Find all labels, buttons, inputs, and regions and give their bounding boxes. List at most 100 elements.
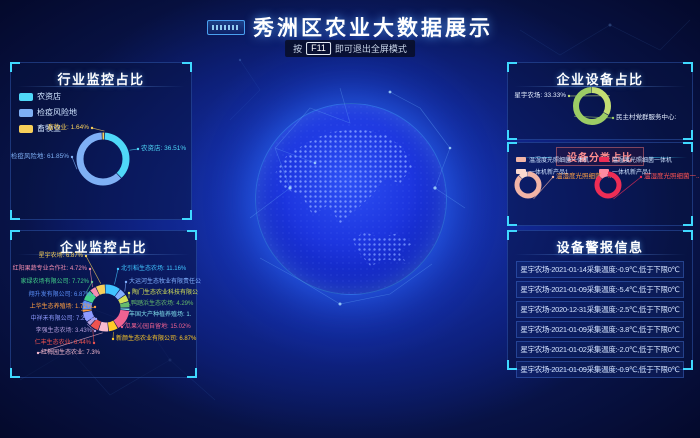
label-bullet bbox=[117, 268, 119, 270]
enterprise-device-pie-chart[interactable]: 星宇农场: 33.33% 民主村党群服务中心: bbox=[508, 85, 692, 139]
pie-label: 畜牧业: 1.64% bbox=[47, 125, 89, 132]
panel-corner bbox=[507, 216, 517, 226]
panel-industry-monitor: 行业监控占比 农资店检疫风险地畜牧业 畜牧业: 1.64%农资店: 36.51%… bbox=[10, 62, 192, 220]
panel-corner bbox=[683, 130, 693, 140]
label-bullet bbox=[85, 255, 87, 257]
pie-label: 丰国大产种植养殖场: 1. bbox=[129, 312, 191, 318]
label-bullet bbox=[93, 342, 95, 344]
panel-corner bbox=[683, 216, 693, 226]
label-bullet bbox=[37, 352, 39, 354]
hint-prefix: 按 bbox=[293, 42, 302, 55]
pie-label: 瓜果沁园自留地: 15.02% bbox=[125, 324, 191, 330]
label-leader-line bbox=[125, 282, 126, 291]
pie-label: 星宇农场: 6.87% bbox=[39, 253, 83, 259]
panel-corner bbox=[507, 62, 517, 72]
label-bullet bbox=[71, 156, 73, 158]
pie-label: 家绿农场有限公司: 7.72% bbox=[21, 279, 89, 285]
alarm-row: 星宇农场-2021-01-09采集温度:-5.4℃,低于下限0℃ bbox=[516, 281, 684, 298]
panel-corner bbox=[507, 230, 517, 240]
alarm-list: 星宇农场-2021-01-14采集温度:-0.9℃,低于下限0℃ 星宇农场-20… bbox=[516, 261, 684, 381]
pie-label: 北引稻生态农场: 11.16% bbox=[121, 266, 186, 272]
panel-enterprise-monitor: 企业监控占比 北引稻生态农场: 11.16%大运河生态牧业有限责任公陶门生态农业… bbox=[10, 230, 197, 378]
globe-network-lines bbox=[220, 68, 480, 328]
panel-corner bbox=[10, 368, 20, 378]
panel-corner bbox=[507, 360, 517, 370]
label-bullet bbox=[552, 176, 554, 178]
label-bullet bbox=[89, 268, 91, 270]
panel-device-category: 设备分类占比 温湿度光照细菌一体机一体机新产品1 温湿度光照细菌一体机一体机新产… bbox=[507, 142, 693, 226]
label-bullet bbox=[612, 117, 614, 119]
panel-corner bbox=[10, 62, 20, 72]
label-bullet bbox=[137, 148, 139, 150]
legend-swatch bbox=[516, 157, 526, 162]
label-bullet bbox=[128, 292, 130, 294]
industry-pie-chart[interactable]: 畜牧业: 1.64% 农资店: 36.51% 检疫风险地: 61.85% bbox=[11, 87, 191, 217]
panel-corner bbox=[683, 142, 693, 152]
panel-corner bbox=[507, 142, 517, 152]
pie-label: 李强生态农场: 3.43% bbox=[36, 328, 92, 334]
legend-swatch bbox=[599, 157, 609, 162]
pie-label: 陶门生态农业科技有限公 bbox=[132, 290, 198, 296]
alarm-row: 星宇农场-2020-12-31采集温度:-2.5℃,低于下限0℃ bbox=[516, 301, 684, 318]
dashboard: 秀洲区农业大数据展示 按 F11 即可退出全屏模式 bbox=[0, 0, 700, 438]
pie-label: 上华生态养殖场: 1.72% bbox=[30, 304, 92, 310]
legend-label: 温湿度光照细菌一体机 bbox=[612, 155, 672, 164]
alarm-row: 星宇农场-2021-01-02采集温度:-2.0℃,低于下限0℃ bbox=[516, 341, 684, 358]
fullscreen-hint: 按 F11 即可退出全屏模式 bbox=[285, 40, 415, 57]
panel-corner bbox=[187, 230, 197, 240]
panel-corner bbox=[683, 230, 693, 240]
alarm-row: 星宇农场-2021-01-09采集温度:-0.9℃,低于下限0℃ bbox=[516, 361, 684, 378]
panel-corner bbox=[10, 230, 20, 240]
label-bullet bbox=[95, 318, 97, 320]
pie-label: 仁丰生态农业: 6.44% bbox=[35, 340, 91, 346]
label-bullet bbox=[127, 303, 129, 305]
pie-label: 翔升发有限公司: 6.87% bbox=[29, 292, 91, 298]
pie-label: 检疫风险地: 61.85% bbox=[11, 154, 69, 161]
pie-label: 新颜生态农业有限公司: 6.87% bbox=[116, 336, 196, 342]
alarm-row: 星宇农场-2021-01-14采集温度:-0.9℃,低于下限0℃ bbox=[516, 261, 684, 278]
panel-corner bbox=[683, 360, 693, 370]
panel-corner bbox=[683, 62, 693, 72]
panel-corner bbox=[507, 130, 517, 140]
label-leader-line bbox=[92, 128, 104, 131]
alarm-row: 星宇农场-2021-01-09采集温度:-3.8℃,低于下限0℃ bbox=[516, 321, 684, 338]
pie-label: 红阳果蔬专业合作社: 4.72% bbox=[13, 266, 87, 272]
title-row: 秀洲区农业大数据展示 bbox=[0, 12, 700, 42]
label-leader-line bbox=[130, 149, 138, 150]
device-left-pie-chart[interactable]: 温湿度光照细菌一... bbox=[508, 165, 600, 223]
panel-corner bbox=[10, 210, 20, 220]
label-bullet bbox=[568, 95, 570, 97]
label-leader-line bbox=[114, 269, 118, 284]
page-title: 秀洲区农业大数据展示 bbox=[253, 12, 493, 42]
pie-segment[interactable] bbox=[517, 174, 539, 196]
pie-label: 星宇农场: 33.33% bbox=[514, 93, 566, 100]
label-bullet bbox=[94, 306, 96, 308]
pie-segment[interactable] bbox=[597, 174, 619, 196]
f11-key: F11 bbox=[306, 42, 331, 55]
pie-label: 农资店: 36.51% bbox=[141, 146, 186, 153]
pie-label: 红梅园生态农业: 7.3% bbox=[41, 350, 100, 356]
panel-device-alarm: 设备警报信息 星宇农场-2021-01-14采集温度:-0.9℃,低于下限0℃ … bbox=[507, 230, 693, 370]
label-bullet bbox=[112, 338, 114, 340]
pie-label: 鸭踏浜生态农场: 4.29% bbox=[131, 301, 193, 307]
enterprise-monitor-pie-chart[interactable]: 北引稻生态农场: 11.16%大运河生态牧业有限责任公陶门生态农业科技有限公鸭踏… bbox=[11, 253, 196, 377]
label-bullet bbox=[94, 330, 96, 332]
label-bullet bbox=[125, 281, 127, 283]
pie-label: 中祥禾有限公司: 7.29% bbox=[31, 316, 93, 322]
legend-label: 温湿度光照细菌一体机 bbox=[529, 155, 589, 164]
hint-suffix: 即可退出全屏模式 bbox=[335, 42, 407, 55]
pie-label: 民主村党群服务中心: bbox=[616, 115, 676, 122]
label-bullet bbox=[640, 176, 642, 178]
panel-corner bbox=[187, 368, 197, 378]
legend-item[interactable]: 温湿度光照细菌一体机 bbox=[516, 155, 589, 164]
label-leader-line bbox=[72, 157, 77, 169]
pie-label: 温湿度光照细菌一... bbox=[644, 174, 700, 181]
panel-enterprise-device: 企业设备占比 星宇农场: 33.33%民主村党群服务中心: bbox=[507, 62, 693, 140]
device-right-pie-chart[interactable]: 温湿度光照细菌一... bbox=[593, 165, 692, 223]
label-bullet bbox=[121, 326, 123, 328]
title-divider bbox=[514, 254, 686, 255]
label-bullet bbox=[91, 127, 93, 129]
panel-corner bbox=[182, 210, 192, 220]
legend-item[interactable]: 温湿度光照细菌一体机 bbox=[599, 155, 672, 164]
pie-label: 大运河生态牧业有限责任公 bbox=[129, 279, 201, 285]
